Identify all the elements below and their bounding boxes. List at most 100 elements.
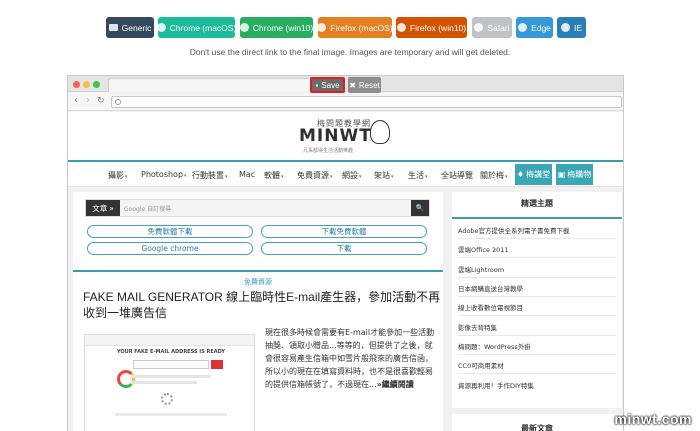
sidebar: 精選主題 Adobe官方提供全系列電子書免費下載 雲端Office 2011 雲…: [452, 192, 622, 431]
widget-divider: [452, 217, 622, 219]
menu-item-webdesign[interactable]: 網設▾: [342, 170, 362, 181]
site-search: 文章» Google 自訂搜尋 🔍: [85, 199, 430, 217]
sidebar-separator: [458, 257, 616, 258]
reload-icon[interactable]: ↻: [97, 95, 105, 107]
thumb-text-line: [131, 375, 211, 378]
latest-posts-widget: 最新文章: [452, 414, 622, 431]
menu-item-life[interactable]: 生活▾: [408, 170, 428, 181]
menu-item-photoshop[interactable]: Photoshop▾: [141, 170, 187, 179]
browser-tab[interactable]: [108, 78, 330, 92]
sidebar-item[interactable]: 雲端Office 2011: [458, 244, 616, 254]
thumb-text-line: [115, 413, 227, 416]
widget-title: 精選主題: [521, 199, 553, 208]
edge-button[interactable]: Edge: [516, 17, 553, 38]
maximize-dot-icon[interactable]: [93, 81, 100, 88]
search-button[interactable]: 🔍: [411, 200, 429, 216]
search-icon: 🔍: [415, 204, 425, 212]
thumb-circle-icon: [117, 370, 135, 388]
menu-item-mac[interactable]: Mac: [239, 170, 256, 179]
firefox-icon: [317, 23, 327, 32]
firefox-win10-button[interactable]: Firefox (win10): [396, 17, 467, 38]
search-input[interactable]: Google 自訂搜尋: [124, 204, 171, 213]
lecture-button[interactable]: ♦ 梅講堂: [515, 164, 552, 185]
address-bar[interactable]: [111, 96, 622, 108]
sidebar-separator: [458, 238, 616, 239]
chrome-win10-button[interactable]: Chrome (win10): [239, 17, 313, 38]
back-arrow-icon[interactable]: ‹: [74, 95, 78, 107]
main-menu: 攝影▾ Photoshop▾ 行動裝置▾ Mac 軟體▾ 免費資源▾ 網設▾ 架…: [68, 160, 623, 187]
sidebar-separator: [458, 315, 616, 316]
widget-title: 最新文章: [521, 424, 553, 431]
ie-button[interactable]: IE: [557, 17, 586, 38]
site-logo[interactable]: 梅問題教學網 MINWT 凡事都得生活活動樂趣: [299, 118, 394, 158]
site-header: 梅問題教學網 MINWT 凡事都得生活活動樂趣: [68, 112, 623, 160]
sidebar-separator: [458, 373, 616, 374]
menu-item-website[interactable]: 架站▾: [374, 170, 394, 181]
firefox-macos-button[interactable]: Firefox (macOS): [317, 17, 393, 38]
search-scope-label[interactable]: 文章»: [86, 200, 120, 216]
thumb-spinner-icon: [161, 393, 173, 405]
browser-nav-bar: ‹ › ↻: [68, 93, 623, 111]
safari-button[interactable]: Safari: [472, 17, 512, 38]
thumb-header: [85, 335, 254, 346]
sidebar-separator: [458, 277, 616, 278]
title-bar: [68, 76, 623, 92]
minimize-dot-icon[interactable]: [83, 81, 90, 88]
mic-icon: ♦: [516, 170, 525, 179]
firefox-icon: [396, 23, 406, 32]
post-excerpt: 現在很多時候會需要有E-mail才能參加一些活動抽獎、領取小贈品...等等的，但…: [265, 328, 435, 389]
sidebar-item[interactable]: 梅問題：WordPress外掛: [458, 341, 616, 351]
sidebar-item[interactable]: CC0可商用素材: [458, 360, 616, 370]
sidebar-separator: [458, 354, 616, 355]
link-pill-download-software[interactable]: 下載免費軟體: [261, 225, 427, 238]
cart-icon: ▣: [557, 170, 566, 179]
browser-window: ▪ Save ✖ Reset ‹ › ↻ 梅問題教學網 MINWT 凡事都得生活活動…: [67, 75, 624, 431]
close-icon: ✖: [349, 80, 356, 90]
post-thumbnail[interactable]: YOUR FAKE E-MAIL ADDRESS IS READY: [84, 334, 255, 431]
menu-item-mobile[interactable]: 行動裝置▾: [192, 170, 228, 181]
menu-item-about[interactable]: 關於梅▾: [480, 170, 508, 181]
forward-arrow-icon[interactable]: ›: [86, 95, 90, 107]
link-pill-google-chrome[interactable]: Google chrome: [87, 242, 253, 255]
watermark: minwt.com: [614, 411, 692, 427]
ie-icon: [560, 23, 570, 32]
thumb-form: [133, 360, 209, 369]
website-viewport: 梅問題教學網 MINWT 凡事都得生活活動樂趣 攝影▾ Photoshop▾ 行…: [68, 112, 623, 431]
post-category[interactable]: 免費資源: [73, 277, 443, 287]
read-more-link[interactable]: »繼續閱讀: [377, 380, 414, 389]
shop-button[interactable]: ▣ 梅購物: [556, 164, 593, 185]
edge-icon: [518, 23, 528, 32]
desktop-icon: [108, 24, 118, 31]
post-title[interactable]: FAKE MAIL GENERATOR 線上臨時性E-mail產生器，參加活動不…: [83, 289, 441, 321]
reset-button[interactable]: ✖ Reset: [348, 77, 381, 93]
floppy-icon: ▪: [315, 80, 319, 90]
safari-icon: [474, 23, 484, 32]
sidebar-item[interactable]: 資源再利用！手作DIY特集: [458, 380, 616, 390]
page-info-icon: [115, 99, 121, 105]
link-pill-download[interactable]: 下載: [261, 242, 427, 255]
thumb-text-line: [131, 381, 197, 384]
generic-button[interactable]: Generic: [106, 17, 154, 38]
thumb-go-button: [211, 360, 223, 369]
notice-text: Don't use the direct link to the final i…: [189, 47, 511, 57]
menu-item-software[interactable]: 軟體▾: [264, 170, 284, 181]
sidebar-item[interactable]: 線上收看數位電視節目: [458, 302, 616, 312]
sidebar-separator: [458, 335, 616, 336]
thumb-title: YOUR FAKE E-MAIL ADDRESS IS READY: [116, 349, 226, 355]
menu-item-free-resources[interactable]: 免費資源▾: [297, 170, 333, 181]
sidebar-item[interactable]: 日本網購直送台灣教學: [458, 283, 616, 293]
menu-item-photography[interactable]: 攝影▾: [108, 170, 128, 181]
link-pill-free-software[interactable]: 免費軟體下載: [87, 225, 253, 238]
chrome-macos-button[interactable]: Chrome (macOS): [156, 17, 236, 38]
sidebar-item[interactable]: 影像去背特集: [458, 322, 616, 332]
section-divider: [73, 270, 443, 272]
chrome-icon: [239, 23, 249, 32]
sidebar-item[interactable]: 雲端Lightroom: [458, 264, 616, 274]
menu-item-sitemap[interactable]: 全站導覽: [441, 170, 474, 181]
sidebar-item[interactable]: Adobe官方提供全系列電子書免費下載: [458, 225, 616, 235]
main-content: 文章» Google 自訂搜尋 🔍 免費軟體下載 下載免費軟體 Google c…: [73, 192, 443, 431]
save-button[interactable]: ▪ Save: [310, 77, 345, 93]
sidebar-separator: [458, 296, 616, 297]
close-dot-icon[interactable]: [73, 81, 80, 88]
mascot-icon: [370, 120, 390, 144]
